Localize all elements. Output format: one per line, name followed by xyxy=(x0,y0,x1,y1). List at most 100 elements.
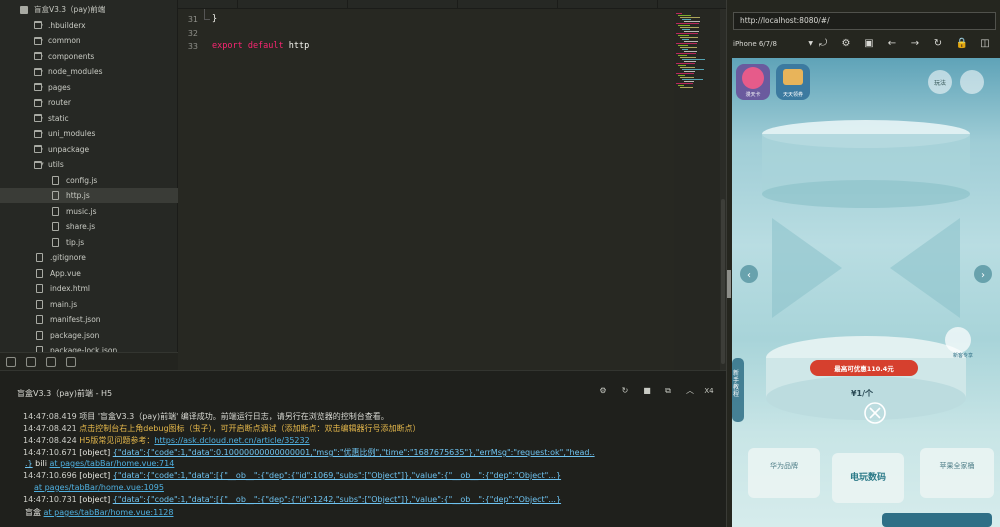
device-select[interactable]: iPhone 6/7/8 ▼ xyxy=(733,37,813,51)
close-console-button[interactable]: X4 xyxy=(704,386,714,396)
tree-item-label: common xyxy=(48,36,81,45)
json-object[interactable]: {"data":{"code":1,"data":[{"__ob__":{"de… xyxy=(113,471,561,480)
forward-arrow-icon[interactable]: → xyxy=(908,37,922,51)
tree-item[interactable]: › common xyxy=(0,33,178,48)
category-card[interactable]: 苹果全家桶 xyxy=(920,461,994,471)
plugin-icon[interactable] xyxy=(66,357,76,367)
tree-item-label: uni_modules xyxy=(48,129,96,138)
phone-preview[interactable]: ‹ › 漫天卡 天天领券 玩法 新客专享 最高可优惠110.4元 ¥1/个 新手… xyxy=(732,58,1000,527)
debug-bug-icon[interactable]: ⚙ xyxy=(598,386,608,396)
refresh-icon[interactable]: ↻ xyxy=(931,37,945,51)
badge-label[interactable]: 天天领券 xyxy=(776,91,810,98)
minimap-line xyxy=(676,53,696,54)
editor-tab-bar xyxy=(178,0,726,9)
minimap-line xyxy=(676,73,694,74)
reload-icon[interactable]: ↻ xyxy=(620,386,630,396)
tree-item[interactable]: › .hbuilderx xyxy=(0,18,178,33)
source-link[interactable]: at pages/tabBar/home.vue:1128 xyxy=(44,508,174,517)
settings-icon[interactable] xyxy=(26,357,36,367)
tree-item[interactable]: package.json xyxy=(0,328,178,343)
tree-item[interactable]: › components xyxy=(0,49,178,64)
folder-icon xyxy=(34,83,42,91)
minimap-line xyxy=(680,17,700,18)
search-icon[interactable] xyxy=(46,357,56,367)
editor-tab[interactable] xyxy=(558,0,658,8)
split-view-icon[interactable]: ◫ xyxy=(978,37,992,51)
url-bar[interactable]: http://localhost:8080/#/ xyxy=(733,12,996,30)
folder-icon xyxy=(34,129,42,138)
rotate-icon[interactable]: ⤾ xyxy=(816,37,830,51)
line-number[interactable]: 32 xyxy=(178,29,198,38)
code-line[interactable]: export default http xyxy=(212,41,309,51)
minimap-line xyxy=(678,45,688,46)
json-object[interactable]: {"data":{"code":1,"data":0.1000000000000… xyxy=(113,448,595,457)
category-card[interactable]: 电玩数码 xyxy=(832,470,904,483)
minimap-line xyxy=(684,31,699,32)
collapse-up-icon[interactable]: ︿ xyxy=(685,386,695,396)
editor-tab[interactable] xyxy=(178,0,238,8)
json-object[interactable]: {"data":{"code":1,"data":[{"__ob__":{"de… xyxy=(113,495,561,504)
tree-item[interactable]: ▾盲盒V3.3（pay)前端 xyxy=(0,2,178,17)
category-card[interactable]: 华为品牌 xyxy=(748,461,820,471)
lock-icon[interactable]: 🔒 xyxy=(955,37,969,51)
tree-item[interactable]: manifest.json xyxy=(0,312,178,327)
code-line[interactable]: } xyxy=(212,14,217,24)
tree-item[interactable]: › uni_modules xyxy=(0,126,178,141)
devtools-icon[interactable]: ▣ xyxy=(862,37,876,51)
tree-item-label: config.js xyxy=(66,175,98,185)
minimap-line xyxy=(676,23,699,24)
tree-item[interactable]: › pages xyxy=(0,80,178,95)
editor-tab[interactable] xyxy=(458,0,558,8)
badge-label[interactable]: 漫天卡 xyxy=(736,91,770,98)
folder-icon xyxy=(34,160,42,169)
scrollbar-thumb[interactable] xyxy=(721,199,725,364)
tree-item[interactable]: › unpackage xyxy=(0,142,178,157)
back-arrow-icon[interactable]: ← xyxy=(885,37,899,51)
tree-item-label: share.js xyxy=(66,222,96,231)
minimap-line xyxy=(684,51,697,52)
folder-icon xyxy=(34,98,42,107)
source-link[interactable]: at pages/tabBar/home.vue:714 xyxy=(49,459,174,468)
files-icon[interactable] xyxy=(6,357,16,367)
source-link[interactable]: at pages/tabBar/home.vue:1095 xyxy=(34,483,164,492)
minimap-line xyxy=(678,15,691,16)
editor-tab[interactable] xyxy=(348,0,458,8)
tree-item[interactable]: › node_modules xyxy=(0,64,178,79)
tree-item[interactable]: ▾ utils xyxy=(0,157,178,172)
minimap-line xyxy=(682,69,704,70)
tree-item[interactable]: index.html xyxy=(0,281,178,296)
minimap-line xyxy=(682,39,689,40)
tree-item[interactable]: main.js xyxy=(0,297,178,312)
line-number[interactable]: 33 xyxy=(178,42,198,51)
help-link[interactable]: https://ask.dcloud.net.cn/article/35232 xyxy=(154,436,309,445)
tree-item[interactable]: share.js xyxy=(0,219,178,234)
open-external-icon[interactable]: ⧉ xyxy=(663,386,673,396)
log-line: 14:47:10.671 [object] {"data":{"code":1,… xyxy=(23,448,595,457)
rules-link[interactable]: 玩法 xyxy=(930,78,950,87)
tree-item[interactable]: .gitignore xyxy=(0,250,178,265)
tree-item[interactable]: tip.js xyxy=(0,235,178,250)
tree-item[interactable]: config.js xyxy=(0,173,178,188)
hand-label: 新客专享 xyxy=(952,353,973,359)
minimap-line xyxy=(676,83,693,84)
log-line: 14:47:08.419 项目 '盲盒V3.3（pay)前端' 编译成功。前端运… xyxy=(23,412,389,421)
editor-tab[interactable] xyxy=(238,0,348,8)
tree-item[interactable]: › static xyxy=(0,111,178,126)
gear-icon[interactable]: ⚙ xyxy=(839,37,853,51)
tree-item[interactable]: http.js xyxy=(0,188,178,203)
stop-icon[interactable]: ■ xyxy=(642,386,652,396)
tree-item[interactable]: › router xyxy=(0,95,178,110)
tree-item[interactable]: music.js xyxy=(0,204,178,219)
code-editor[interactable]: 31 32 33 } export default http xyxy=(178,9,674,370)
folder-icon xyxy=(34,52,42,60)
file-icon xyxy=(36,253,43,262)
tree-item[interactable]: App.vue xyxy=(0,266,178,281)
minimap[interactable] xyxy=(674,9,720,370)
tutorial-tab[interactable]: 新手教程 xyxy=(733,370,743,398)
line-number[interactable]: 31 xyxy=(178,15,198,24)
file-icon xyxy=(36,268,43,278)
panel-splitter[interactable] xyxy=(727,270,731,298)
minimap-line xyxy=(678,55,687,56)
log-line: 14:47:10.696 [object] {"data":{"code":1,… xyxy=(23,471,562,480)
line-number-gutter[interactable]: 31 32 33 xyxy=(178,9,198,370)
